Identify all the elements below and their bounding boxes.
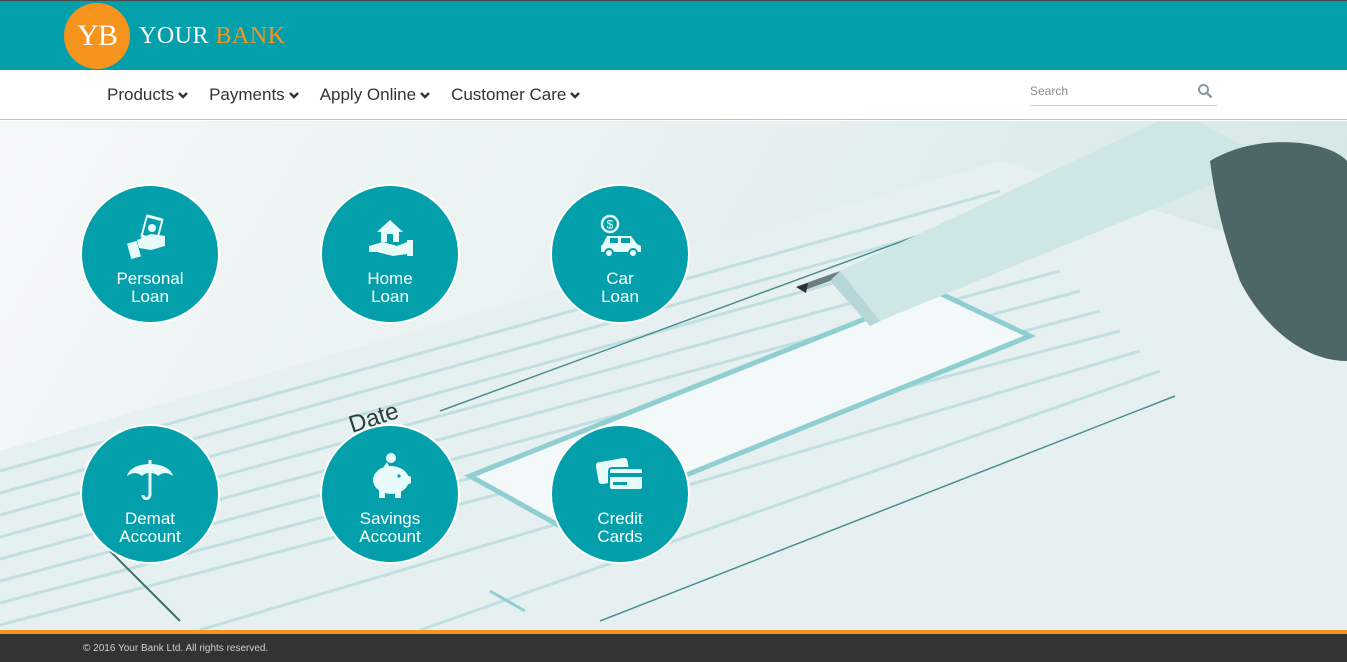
tile-label-line1: Home xyxy=(367,269,413,288)
tile-label-line1: Personal xyxy=(116,269,184,288)
search-box xyxy=(1030,80,1217,106)
hero-banner: Date Personal Loan Home Loan $ Car Loan … xyxy=(0,121,1347,630)
site-header: YB YOUR BANK xyxy=(0,0,1347,70)
credit-cards-icon xyxy=(595,457,644,491)
home-loan-tile[interactable]: Home Loan xyxy=(320,184,460,324)
tile-label-line1: Credit xyxy=(597,509,643,528)
nav-item-label: Products xyxy=(107,85,175,104)
house-hand-icon xyxy=(369,220,413,256)
tile-label-line2: Account xyxy=(359,527,421,546)
savings-account-tile[interactable]: Savings Account xyxy=(320,424,460,564)
cash-hand-icon xyxy=(127,214,165,260)
tile-label-line1: Car xyxy=(606,269,634,288)
copyright-text: © 2016 Your Bank Ltd. All rights reserve… xyxy=(83,643,269,654)
chevron-down-icon xyxy=(178,92,188,99)
car-loan-tile[interactable]: $ Car Loan xyxy=(550,184,690,324)
logo-word-your: YOUR xyxy=(139,22,210,49)
main-navigation: Products Payments Apply Online Customer … xyxy=(0,70,1347,120)
search-icon[interactable] xyxy=(1197,83,1213,99)
tile-label-line1: Demat xyxy=(124,509,176,528)
tile-label: Car Loan xyxy=(601,270,639,306)
chevron-down-icon xyxy=(570,92,581,99)
logo-word-bank: BANK xyxy=(215,22,286,49)
tile-label: Savings Account xyxy=(359,510,420,546)
svg-text:$: $ xyxy=(607,218,614,232)
tile-label: Personal Loan xyxy=(116,270,183,306)
logo-text: YOUR BANK xyxy=(139,23,286,50)
tile-label-line2: Account xyxy=(119,527,181,546)
nav-item-label: Customer Care xyxy=(451,85,567,104)
search-input[interactable] xyxy=(1030,80,1190,102)
logo-badge: YB xyxy=(64,3,130,69)
tile-label-line2: Loan xyxy=(131,287,169,306)
nav-item-customer-care[interactable]: Customer Care xyxy=(451,85,581,105)
nav-item-payments[interactable]: Payments xyxy=(209,85,300,105)
tile-label: Demat Account xyxy=(119,510,180,546)
tile-label-line2: Loan xyxy=(371,287,409,306)
tile-label-line2: Cards xyxy=(597,527,643,546)
nav-item-label: Payments xyxy=(209,85,285,104)
umbrella-icon xyxy=(127,460,173,501)
tile-label: Home Loan xyxy=(367,270,412,306)
credit-cards-tile[interactable]: Credit Cards xyxy=(550,424,690,564)
tile-label-line1: Savings xyxy=(359,509,421,528)
nav-item-label: Apply Online xyxy=(319,85,417,104)
chevron-down-icon xyxy=(420,92,430,99)
personal-loan-tile[interactable]: Personal Loan xyxy=(80,184,220,324)
chevron-down-icon xyxy=(288,92,299,99)
nav-item-apply-online[interactable]: Apply Online xyxy=(320,85,431,105)
piggy-bank-icon xyxy=(373,453,411,498)
demat-account-tile[interactable]: Demat Account xyxy=(80,424,220,564)
cheque-pen-illustration: Date xyxy=(0,121,1347,630)
logo[interactable]: YB YOUR BANK xyxy=(64,3,286,69)
tile-label: Credit Cards xyxy=(597,510,642,546)
nav-item-products[interactable]: Products xyxy=(107,85,189,105)
tile-label-line2: Loan xyxy=(601,287,639,306)
car-dollar-icon: $ xyxy=(600,214,641,258)
site-footer: © 2016 Your Bank Ltd. All rights reserve… xyxy=(0,630,1347,662)
